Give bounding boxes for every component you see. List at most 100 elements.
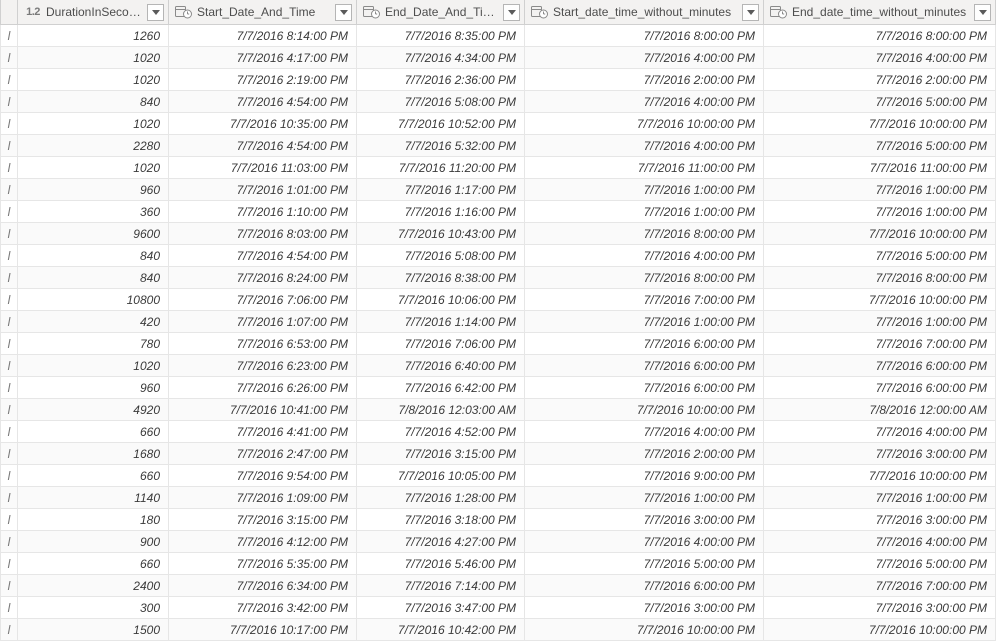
cell-start-datetime[interactable]: 7/7/2016 8:24:00 PM (169, 267, 357, 289)
cell-start-nomin[interactable]: 7/7/2016 4:00:00 PM (525, 135, 764, 157)
column-header-end-datetime[interactable]: End_Date_And_Time (357, 0, 525, 25)
cell-end-datetime[interactable]: 7/7/2016 11:20:00 PM (357, 157, 525, 179)
cell-start-datetime[interactable]: 7/7/2016 7:06:00 PM (169, 289, 357, 311)
cell-duration[interactable]: 780 (18, 333, 169, 355)
cell-start-datetime[interactable]: 7/7/2016 6:26:00 PM (169, 377, 357, 399)
cell-start-nomin[interactable]: 7/7/2016 4:00:00 PM (525, 531, 764, 553)
cell-start-datetime[interactable]: 7/7/2016 8:03:00 PM (169, 223, 357, 245)
cell-end-nomin[interactable]: 7/7/2016 10:00:00 PM (764, 465, 996, 487)
cell-end-datetime[interactable]: 7/7/2016 1:17:00 PM (357, 179, 525, 201)
cell-start-datetime[interactable]: 7/7/2016 3:15:00 PM (169, 509, 357, 531)
cell-start-nomin[interactable]: 7/7/2016 8:00:00 PM (525, 223, 764, 245)
cell-start-nomin[interactable]: 7/7/2016 8:00:00 PM (525, 25, 764, 47)
cell-duration[interactable]: 1260 (18, 25, 169, 47)
cell-duration[interactable]: 1020 (18, 113, 169, 135)
cell-end-datetime[interactable]: 7/7/2016 3:15:00 PM (357, 443, 525, 465)
cell-end-datetime[interactable]: 7/7/2016 5:32:00 PM (357, 135, 525, 157)
cell-duration[interactable]: 1680 (18, 443, 169, 465)
cell-start-nomin[interactable]: 7/7/2016 4:00:00 PM (525, 47, 764, 69)
cell-start-datetime[interactable]: 7/7/2016 4:41:00 PM (169, 421, 357, 443)
cell-end-datetime[interactable]: 7/7/2016 6:40:00 PM (357, 355, 525, 377)
cell-end-nomin[interactable]: 7/7/2016 8:00:00 PM (764, 267, 996, 289)
cell-start-datetime[interactable]: 7/7/2016 1:07:00 PM (169, 311, 357, 333)
cell-end-datetime[interactable]: 7/7/2016 1:16:00 PM (357, 201, 525, 223)
cell-duration[interactable]: 1500 (18, 619, 169, 641)
cell-end-nomin[interactable]: 7/7/2016 4:00:00 PM (764, 531, 996, 553)
column-filter-button[interactable] (147, 4, 164, 21)
cell-start-datetime[interactable]: 7/7/2016 4:54:00 PM (169, 135, 357, 157)
cell-start-datetime[interactable]: 7/7/2016 4:17:00 PM (169, 47, 357, 69)
cell-start-datetime[interactable]: 7/7/2016 4:12:00 PM (169, 531, 357, 553)
cell-duration[interactable]: 4920 (18, 399, 169, 421)
cell-start-datetime[interactable]: 7/7/2016 4:54:00 PM (169, 91, 357, 113)
cell-start-nomin[interactable]: 7/7/2016 1:00:00 PM (525, 487, 764, 509)
cell-start-nomin[interactable]: 7/7/2016 7:00:00 PM (525, 289, 764, 311)
cell-end-datetime[interactable]: 7/7/2016 10:43:00 PM (357, 223, 525, 245)
cell-end-nomin[interactable]: 7/7/2016 5:00:00 PM (764, 91, 996, 113)
cell-duration[interactable]: 9600 (18, 223, 169, 245)
cell-start-datetime[interactable]: 7/7/2016 10:41:00 PM (169, 399, 357, 421)
cell-start-datetime[interactable]: 7/7/2016 6:34:00 PM (169, 575, 357, 597)
cell-end-datetime[interactable]: 7/7/2016 6:42:00 PM (357, 377, 525, 399)
cell-start-datetime[interactable]: 7/7/2016 3:42:00 PM (169, 597, 357, 619)
cell-start-nomin[interactable]: 7/7/2016 6:00:00 PM (525, 333, 764, 355)
cell-start-nomin[interactable]: 7/7/2016 3:00:00 PM (525, 597, 764, 619)
cell-duration[interactable]: 1020 (18, 69, 169, 91)
cell-end-nomin[interactable]: 7/7/2016 10:00:00 PM (764, 113, 996, 135)
cell-duration[interactable]: 960 (18, 179, 169, 201)
cell-duration[interactable]: 2400 (18, 575, 169, 597)
cell-start-datetime[interactable]: 7/7/2016 8:14:00 PM (169, 25, 357, 47)
cell-end-nomin[interactable]: 7/7/2016 1:00:00 PM (764, 201, 996, 223)
cell-duration[interactable]: 660 (18, 553, 169, 575)
cell-start-nomin[interactable]: 7/7/2016 5:00:00 PM (525, 553, 764, 575)
cell-end-nomin[interactable]: 7/7/2016 10:00:00 PM (764, 223, 996, 245)
cell-end-nomin[interactable]: 7/7/2016 4:00:00 PM (764, 421, 996, 443)
cell-end-nomin[interactable]: 7/7/2016 1:00:00 PM (764, 487, 996, 509)
cell-start-nomin[interactable]: 7/7/2016 10:00:00 PM (525, 113, 764, 135)
cell-start-datetime[interactable]: 7/7/2016 6:23:00 PM (169, 355, 357, 377)
cell-end-datetime[interactable]: 7/7/2016 10:42:00 PM (357, 619, 525, 641)
cell-end-datetime[interactable]: 7/7/2016 10:52:00 PM (357, 113, 525, 135)
cell-end-datetime[interactable]: 7/7/2016 4:27:00 PM (357, 531, 525, 553)
cell-end-nomin[interactable]: 7/7/2016 3:00:00 PM (764, 597, 996, 619)
cell-duration[interactable]: 10800 (18, 289, 169, 311)
cell-end-datetime[interactable]: 7/7/2016 8:35:00 PM (357, 25, 525, 47)
cell-duration[interactable]: 660 (18, 421, 169, 443)
cell-end-nomin[interactable]: 7/8/2016 12:00:00 AM (764, 399, 996, 421)
cell-duration[interactable]: 1020 (18, 355, 169, 377)
cell-end-datetime[interactable]: 7/7/2016 3:47:00 PM (357, 597, 525, 619)
cell-start-datetime[interactable]: 7/7/2016 5:35:00 PM (169, 553, 357, 575)
cell-end-datetime[interactable]: 7/7/2016 4:34:00 PM (357, 47, 525, 69)
cell-duration[interactable]: 1020 (18, 157, 169, 179)
cell-start-datetime[interactable]: 7/7/2016 4:54:00 PM (169, 245, 357, 267)
cell-start-nomin[interactable]: 7/7/2016 1:00:00 PM (525, 179, 764, 201)
cell-end-datetime[interactable]: 7/7/2016 1:14:00 PM (357, 311, 525, 333)
cell-start-nomin[interactable]: 7/7/2016 6:00:00 PM (525, 355, 764, 377)
cell-end-nomin[interactable]: 7/7/2016 1:00:00 PM (764, 311, 996, 333)
cell-end-datetime[interactable]: 7/7/2016 2:36:00 PM (357, 69, 525, 91)
cell-duration[interactable]: 1140 (18, 487, 169, 509)
cell-start-datetime[interactable]: 7/7/2016 2:19:00 PM (169, 69, 357, 91)
cell-start-datetime[interactable]: 7/7/2016 9:54:00 PM (169, 465, 357, 487)
cell-start-datetime[interactable]: 7/7/2016 1:09:00 PM (169, 487, 357, 509)
cell-duration[interactable]: 420 (18, 311, 169, 333)
cell-duration[interactable]: 840 (18, 267, 169, 289)
cell-duration[interactable]: 840 (18, 245, 169, 267)
cell-end-nomin[interactable]: 7/7/2016 10:00:00 PM (764, 619, 996, 641)
cell-end-nomin[interactable]: 7/7/2016 1:00:00 PM (764, 179, 996, 201)
cell-start-nomin[interactable]: 7/7/2016 4:00:00 PM (525, 421, 764, 443)
column-filter-button[interactable] (742, 4, 759, 21)
cell-start-nomin[interactable]: 7/7/2016 10:00:00 PM (525, 619, 764, 641)
cell-start-datetime[interactable]: 7/7/2016 6:53:00 PM (169, 333, 357, 355)
column-header-start-datetime[interactable]: Start_Date_And_Time (169, 0, 357, 25)
cell-start-nomin[interactable]: 7/7/2016 3:00:00 PM (525, 509, 764, 531)
cell-duration[interactable]: 960 (18, 377, 169, 399)
cell-end-nomin[interactable]: 7/7/2016 5:00:00 PM (764, 245, 996, 267)
column-filter-button[interactable] (503, 4, 520, 21)
cell-end-nomin[interactable]: 7/7/2016 4:00:00 PM (764, 47, 996, 69)
cell-end-nomin[interactable]: 7/7/2016 5:00:00 PM (764, 553, 996, 575)
cell-duration[interactable]: 900 (18, 531, 169, 553)
cell-start-nomin[interactable]: 7/7/2016 4:00:00 PM (525, 91, 764, 113)
cell-start-nomin[interactable]: 7/7/2016 9:00:00 PM (525, 465, 764, 487)
cell-start-nomin[interactable]: 7/7/2016 6:00:00 PM (525, 377, 764, 399)
